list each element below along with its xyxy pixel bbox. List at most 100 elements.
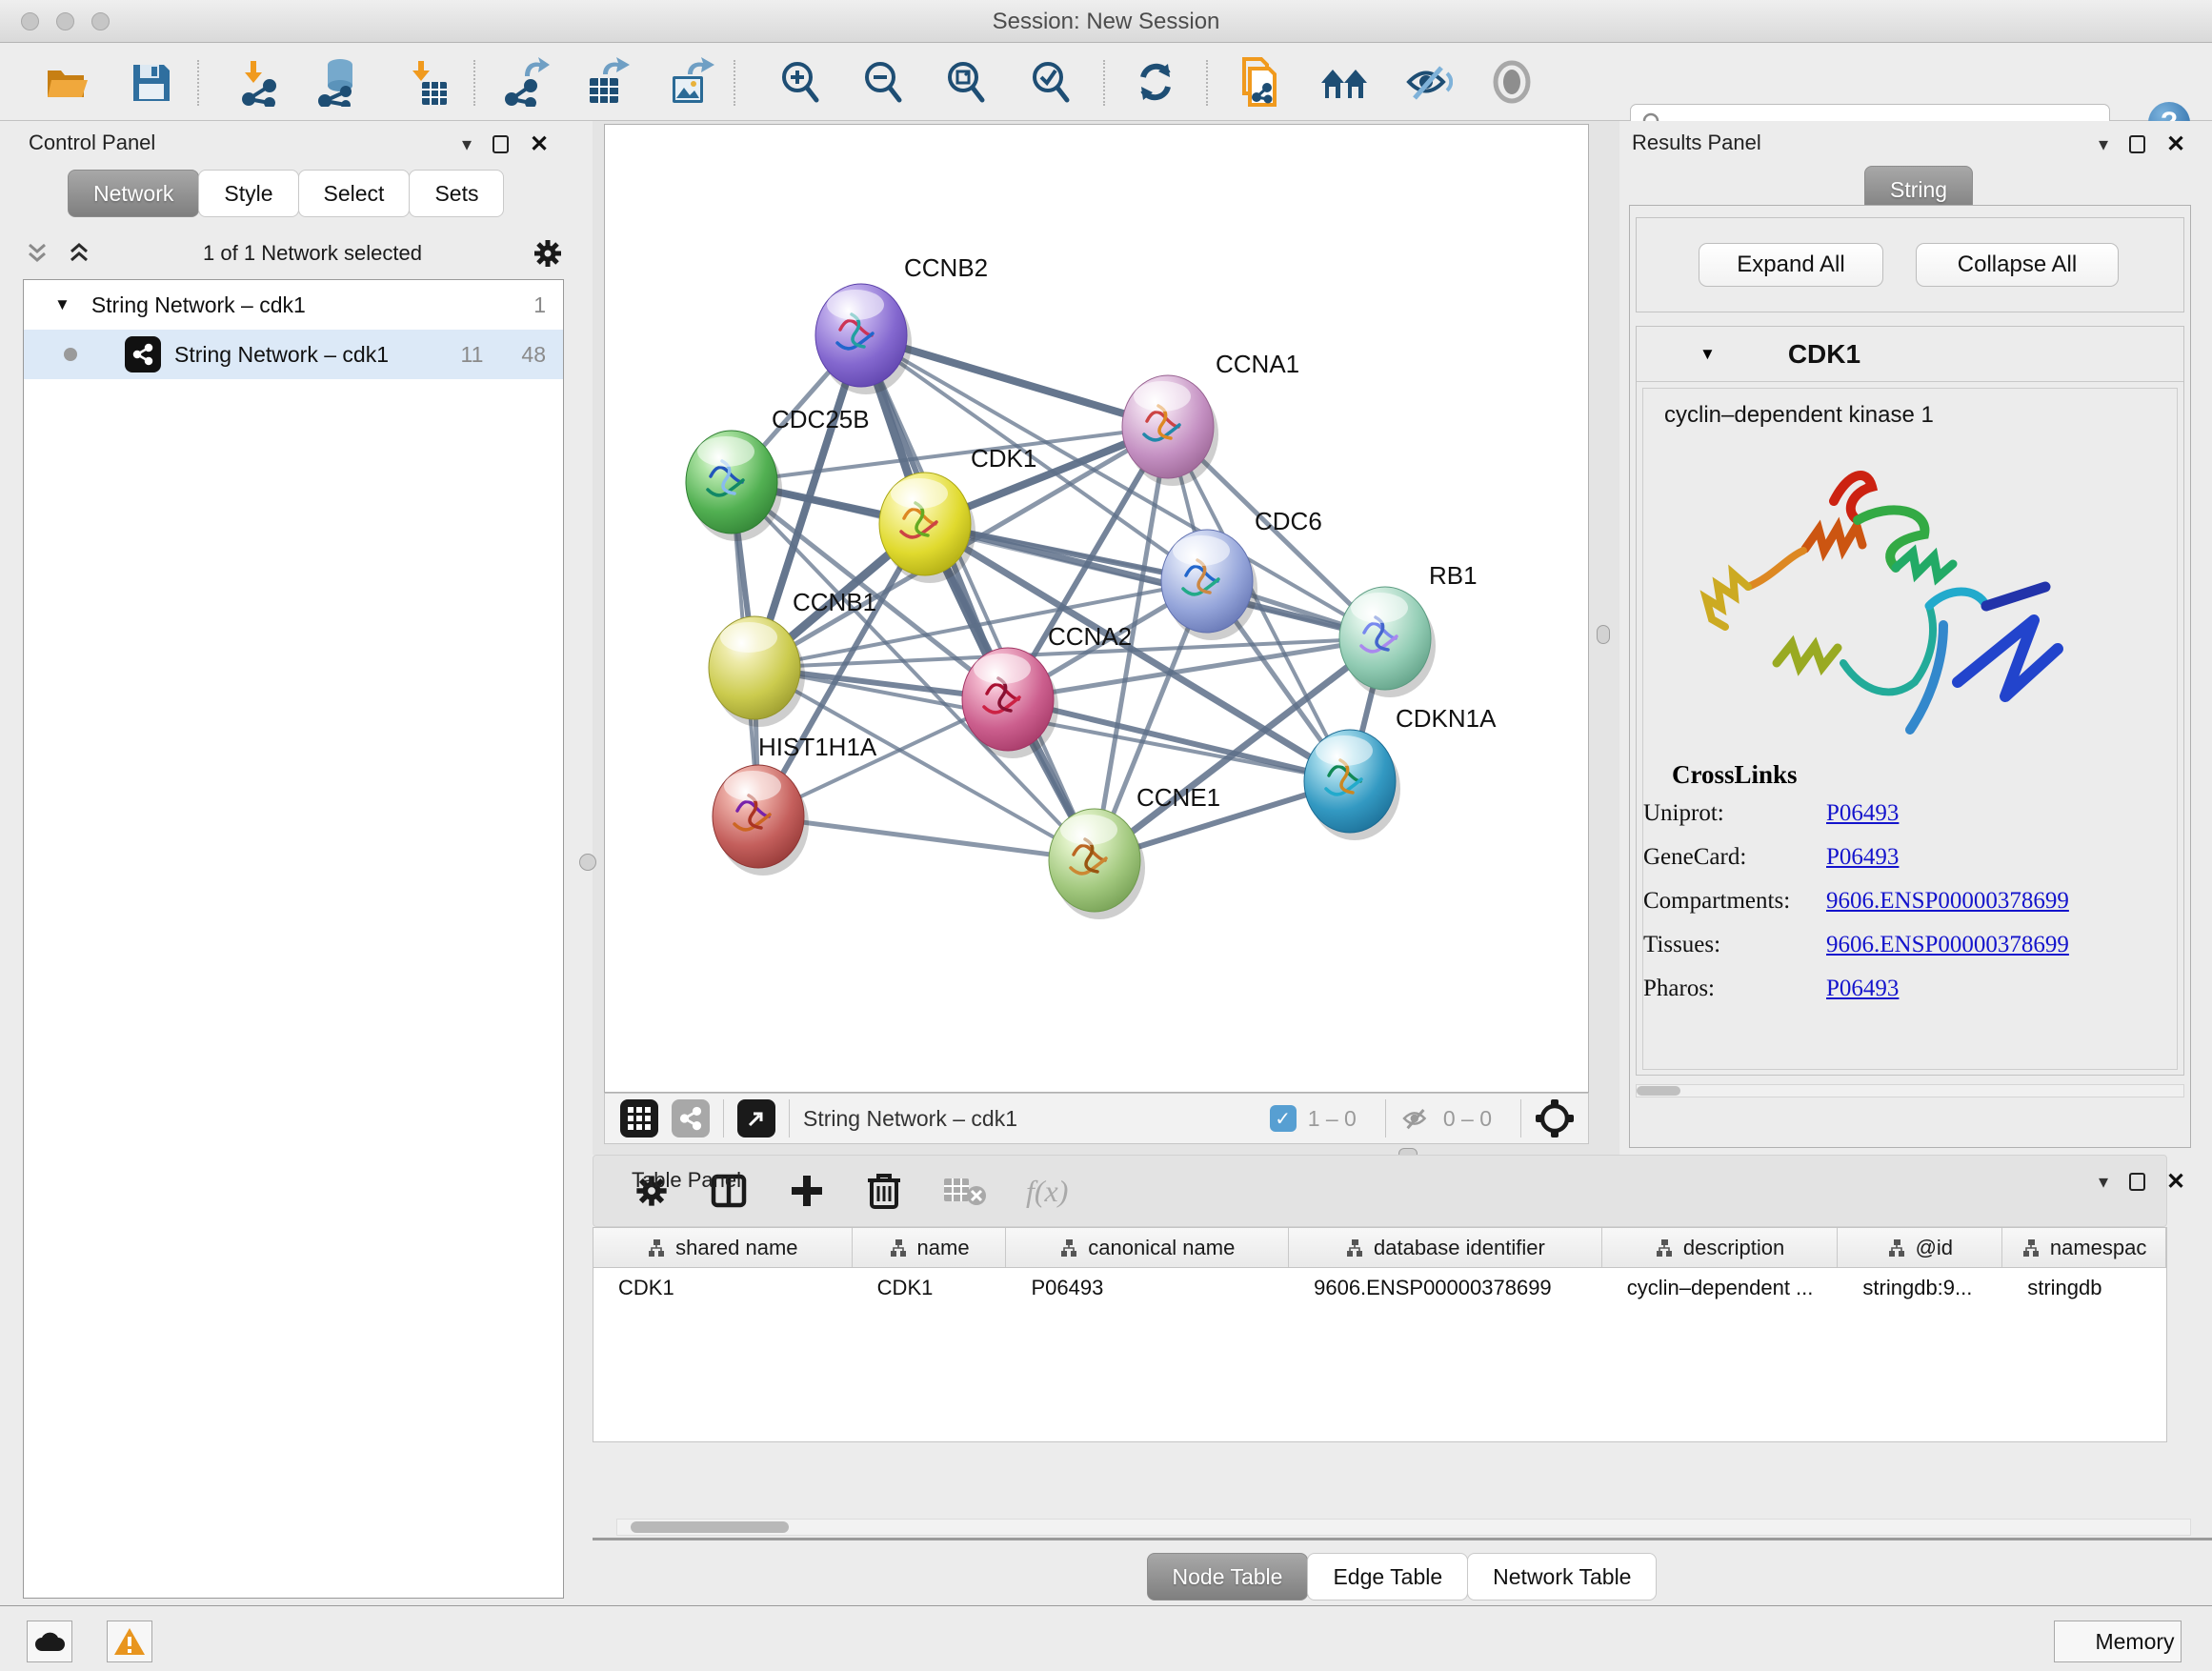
crosslink-link[interactable]: 9606.ENSP00000378699	[1826, 932, 2069, 976]
grid-view-button[interactable]	[620, 1099, 658, 1137]
results-hscrollbar-thumb[interactable]	[1637, 1086, 1680, 1096]
section-expander-icon[interactable]: ▼	[1699, 345, 1716, 364]
clone-view-button[interactable]	[1234, 56, 1285, 108]
column-header-@id[interactable]: @id	[1838, 1228, 2002, 1267]
panel-close-icon[interactable]: ✕	[2166, 131, 2185, 158]
table-cell[interactable]: CDK1	[593, 1268, 853, 1308]
right-splitter-handle[interactable]	[1597, 625, 1610, 644]
crosslink-link[interactable]: P06493	[1826, 844, 1899, 888]
table-hscrollbar[interactable]	[616, 1519, 2191, 1536]
crosslink-row: Pharos:P06493	[1643, 976, 2120, 1019]
left-splitter-handle[interactable]	[579, 854, 596, 871]
export-network-button[interactable]	[499, 56, 551, 108]
gene-section-header[interactable]: ▼ CDK1	[1637, 327, 2183, 382]
node-CCNE1[interactable]: CCNE1	[1049, 783, 1220, 919]
network-graph[interactable]: CCNB2CCNA1CDC25BCDK1CDC6RB1CCNB1CCNA2CDK…	[605, 125, 1588, 1092]
update-view-button[interactable]	[1130, 56, 1181, 108]
column-header-shared-name[interactable]: shared name	[593, 1228, 853, 1267]
cloud-status-button[interactable]	[27, 1621, 72, 1662]
panel-collapse-icon[interactable]: ▾	[2099, 132, 2108, 156]
panel-float-icon[interactable]	[2129, 1173, 2145, 1191]
crosslink-link[interactable]: 9606.ENSP00000378699	[1826, 888, 2069, 932]
tab-style[interactable]: Style	[198, 170, 298, 217]
node-label-CCNA1: CCNA1	[1216, 350, 1299, 378]
expand-all-icon[interactable]	[65, 239, 93, 268]
table-cell[interactable]: 9606.ENSP00000378699	[1289, 1268, 1602, 1308]
import-network-from-file-button[interactable]	[232, 56, 284, 108]
table-cell[interactable]: stringdb	[2002, 1268, 2166, 1308]
column-header-database-identifier[interactable]: database identifier	[1289, 1228, 1602, 1267]
import-table-from-file-button[interactable]	[400, 56, 452, 108]
node-RB1[interactable]: RB1	[1339, 561, 1478, 697]
crosslink-link[interactable]: P06493	[1826, 800, 1899, 844]
column-header-canonical-name[interactable]: canonical name	[1006, 1228, 1289, 1267]
tab-edge-table[interactable]: Edge Table	[1307, 1553, 1468, 1601]
panel-float-icon[interactable]	[2129, 135, 2145, 153]
column-header-description[interactable]: description	[1602, 1228, 1839, 1267]
memory-button[interactable]: Memory	[2054, 1621, 2182, 1662]
column-header-namespac[interactable]: namespac	[2002, 1228, 2166, 1267]
collapse-all-icon[interactable]	[23, 239, 51, 268]
network-row[interactable]: String Network – cdk1 11 48	[24, 330, 563, 379]
tree-expander-icon[interactable]: ▼	[54, 295, 70, 314]
network-options-gear-icon[interactable]	[532, 237, 564, 270]
tab-network-table[interactable]: Network Table	[1467, 1553, 1657, 1601]
detach-view-button[interactable]	[737, 1099, 775, 1137]
zoom-fit-button[interactable]	[940, 56, 992, 108]
save-session-button[interactable]	[125, 56, 176, 108]
node-HIST1H1A[interactable]: HIST1H1A	[713, 733, 877, 876]
zoom-selected-button[interactable]	[1025, 56, 1076, 108]
open-session-button[interactable]	[41, 56, 92, 108]
crosslink-label: Uniprot:	[1643, 800, 1826, 844]
table-hscrollbar-thumb[interactable]	[631, 1521, 789, 1533]
tab-select[interactable]: Select	[298, 170, 411, 217]
network-list-header: 1 of 1 Network selected	[23, 229, 564, 278]
crosslink-link[interactable]: P06493	[1826, 976, 1899, 1019]
expand-all-button[interactable]: Expand All	[1699, 243, 1883, 287]
zoom-in-button[interactable]	[774, 56, 826, 108]
node-label-CCNE1: CCNE1	[1136, 783, 1220, 812]
protein-structure-image	[1691, 444, 2072, 758]
panel-close-icon[interactable]: ✕	[530, 131, 549, 158]
results-hscrollbar[interactable]	[1636, 1084, 2184, 1097]
node-CCNB2[interactable]: CCNB2	[815, 253, 988, 394]
tab-node-table[interactable]: Node Table	[1147, 1553, 1309, 1601]
tab-network[interactable]: Network	[68, 170, 199, 217]
column-type-icon	[1345, 1238, 1364, 1258]
panel-collapse-icon[interactable]: ▾	[2099, 1170, 2108, 1194]
function-builder-icon[interactable]: f(x)	[1026, 1174, 1068, 1209]
hide-panels-button[interactable]	[1402, 56, 1454, 108]
panel-close-icon[interactable]: ✕	[2166, 1168, 2185, 1196]
network-canvas[interactable]: CCNB2CCNA1CDC25BCDK1CDC6RB1CCNB1CCNA2CDK…	[604, 124, 1589, 1093]
panel-float-icon[interactable]	[493, 135, 509, 153]
table-cell[interactable]: stringdb:9...	[1838, 1268, 2002, 1308]
panel-collapse-icon[interactable]: ▾	[462, 132, 472, 156]
network-view-button[interactable]	[672, 1099, 710, 1137]
crosslink-label: Pharos:	[1643, 976, 1826, 1019]
column-type-icon	[2021, 1238, 2041, 1258]
edge-CCNB2-CCNE1[interactable]	[861, 335, 1095, 860]
network-collection-row[interactable]: ▼ String Network – cdk1 1	[24, 280, 563, 330]
table-cell[interactable]: P06493	[1006, 1268, 1289, 1308]
warning-status-button[interactable]	[107, 1621, 152, 1662]
column-header-name[interactable]: name	[853, 1228, 1007, 1267]
birds-eye-view-icon[interactable]	[1535, 1098, 1575, 1138]
delete-table-icon[interactable]	[942, 1175, 986, 1207]
export-image-button[interactable]	[664, 56, 715, 108]
delete-columns-trash-icon[interactable]	[866, 1171, 902, 1211]
table-cell[interactable]: cyclin–dependent ...	[1602, 1268, 1839, 1308]
add-column-icon[interactable]	[788, 1172, 826, 1210]
node-CDC6[interactable]: CDC6	[1161, 507, 1322, 640]
hidden-eye-slash-icon[interactable]	[1399, 1104, 1432, 1133]
selected-checkbox-icon[interactable]: ✓	[1270, 1105, 1297, 1132]
zoom-out-button[interactable]	[857, 56, 909, 108]
export-table-button[interactable]	[581, 56, 633, 108]
table-cell[interactable]: CDK1	[853, 1268, 1007, 1308]
string-protein-query-button[interactable]	[1318, 56, 1370, 108]
collapse-all-button[interactable]: Collapse All	[1916, 243, 2119, 287]
table-row[interactable]: CDK1CDK1P064939606.ENSP00000378699cyclin…	[593, 1268, 2166, 1308]
node-CDKN1A[interactable]: CDKN1A	[1304, 704, 1497, 840]
import-network-from-database-button[interactable]	[312, 56, 364, 108]
show-panels-button[interactable]	[1486, 56, 1538, 108]
tab-sets[interactable]: Sets	[409, 170, 504, 217]
